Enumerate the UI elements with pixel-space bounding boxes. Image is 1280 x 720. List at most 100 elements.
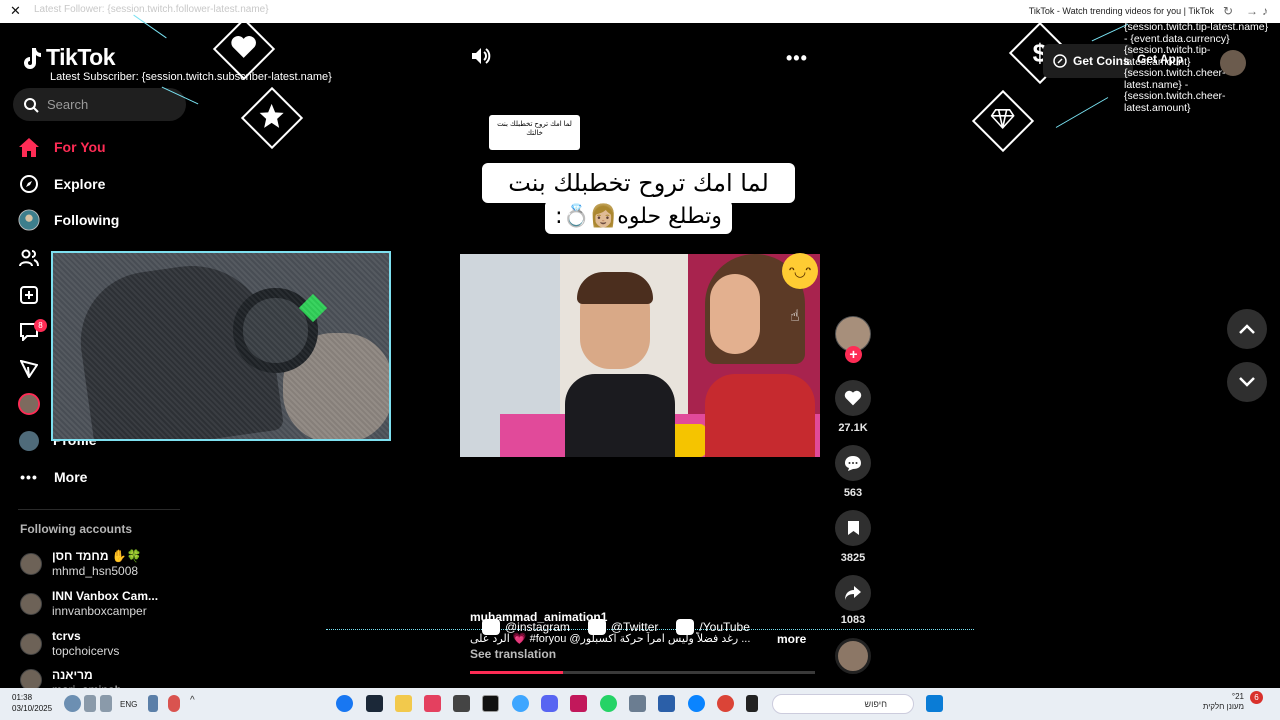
tiktok-small-icon: ♪ bbox=[1262, 4, 1268, 18]
app-icon[interactable] bbox=[424, 695, 441, 712]
tiktok-logo[interactable]: TikTok bbox=[20, 44, 116, 71]
adobe-icon[interactable] bbox=[570, 695, 587, 712]
description-more-link[interactable]: more bbox=[777, 632, 806, 646]
chevron-up-icon[interactable]: ^ bbox=[190, 695, 200, 712]
see-translation-link[interactable]: See translation bbox=[470, 647, 556, 661]
language-indicator[interactable]: ENG bbox=[120, 700, 137, 709]
facebook-icon[interactable] bbox=[336, 695, 353, 712]
obs-icon[interactable] bbox=[453, 695, 470, 712]
following-account-2[interactable]: INN Vanbox Cam... innvanboxcamper bbox=[20, 589, 158, 619]
latest-tip-overlay: {session.twitch.tip-latest.name} - {even… bbox=[1124, 21, 1269, 68]
compass-icon bbox=[18, 173, 40, 195]
mic-icon[interactable] bbox=[148, 695, 158, 712]
webcam-noise bbox=[53, 253, 389, 439]
woman-body bbox=[705, 374, 815, 457]
taskbar-clock[interactable]: 01:38 03/10/2025 bbox=[12, 692, 52, 714]
calculator-icon[interactable] bbox=[629, 695, 646, 712]
search-icon bbox=[24, 97, 39, 113]
account-handle: topchoicervs bbox=[52, 644, 120, 658]
tip-cheer-overlay: {session.twitch.tip-latest.name} - {even… bbox=[1124, 21, 1274, 114]
comment-action[interactable]: 563 bbox=[835, 445, 871, 499]
search-input[interactable]: Search bbox=[13, 88, 186, 121]
chrome-icon[interactable] bbox=[717, 695, 734, 712]
chevron-down-icon bbox=[1239, 377, 1255, 387]
comment-icon[interactable] bbox=[835, 445, 871, 481]
laughing-emoji-icon: ᵔ◡ᵔ bbox=[782, 253, 818, 289]
heart-icon[interactable] bbox=[835, 380, 871, 416]
friends-icon[interactable] bbox=[18, 247, 40, 269]
weather-status[interactable]: °21 מעונן חלקית bbox=[1192, 692, 1244, 712]
upload-icon[interactable] bbox=[18, 284, 40, 306]
more-dots-icon: ••• bbox=[20, 469, 38, 485]
nav-explore[interactable]: Explore bbox=[18, 173, 105, 195]
nav-more-label: More bbox=[54, 469, 88, 485]
heart-icon bbox=[231, 35, 257, 64]
nav-following[interactable]: Following bbox=[18, 209, 119, 231]
volume-icon[interactable] bbox=[470, 46, 492, 66]
windows-start-icon[interactable] bbox=[926, 695, 943, 712]
following-account-1[interactable]: מחמד חסן ✋🍀 mhmd_hsn5008 bbox=[20, 549, 142, 579]
reload-icon[interactable]: ↻ bbox=[1223, 3, 1233, 19]
video-caption-line1: لما امك تروح تخطبلك بنت خالتك bbox=[482, 163, 795, 237]
latest-subscriber-overlay: Latest Subscriber: {session.twitch.subsc… bbox=[50, 71, 332, 83]
app-store-icon[interactable] bbox=[658, 695, 675, 712]
follow-plus-icon[interactable]: + bbox=[845, 346, 862, 363]
video-progress-fill bbox=[470, 671, 564, 674]
woman-face bbox=[710, 274, 760, 354]
weather-desc: מעונן חלקית bbox=[1202, 702, 1244, 711]
coin-icon bbox=[1053, 54, 1067, 68]
webcam-overlay bbox=[51, 251, 391, 441]
windows-taskbar: 01:38 03/10/2025 ENG ^ חיפוש °21 מעונן ח… bbox=[0, 688, 1280, 720]
browser-icon[interactable] bbox=[512, 695, 529, 712]
window-titlebar: ✕ Latest Follower: {session.twitch.follo… bbox=[0, 0, 1280, 23]
steam-icon[interactable] bbox=[366, 695, 383, 712]
video-more-options-icon[interactable]: ••• bbox=[786, 48, 808, 69]
avatar bbox=[20, 553, 42, 575]
terminal-icon[interactable] bbox=[746, 695, 758, 712]
forward-icon[interactable]: → bbox=[1246, 3, 1258, 19]
star-diamond bbox=[240, 86, 304, 150]
share-count: 1083 bbox=[840, 614, 866, 626]
discord-icon[interactable] bbox=[541, 695, 558, 712]
nav-more[interactable]: ••• More bbox=[18, 466, 87, 488]
bookmark-icon[interactable] bbox=[835, 510, 871, 546]
avatar bbox=[20, 633, 42, 655]
whatsapp-icon[interactable] bbox=[600, 695, 617, 712]
next-video-button[interactable] bbox=[1227, 362, 1267, 402]
scene-man bbox=[565, 272, 675, 457]
profile-avatar-icon[interactable] bbox=[18, 430, 40, 452]
volume-tray-icon[interactable] bbox=[84, 695, 96, 712]
get-coins-button[interactable]: Get Coins bbox=[1043, 44, 1133, 78]
like-action[interactable]: 27.1K bbox=[835, 380, 871, 434]
share-icon[interactable] bbox=[835, 575, 871, 611]
ghost-overlay-text: Latest Follower: {session.twitch.followe… bbox=[34, 4, 269, 15]
network-icon[interactable] bbox=[64, 695, 81, 712]
tiktok-screen: ✕ Latest Follower: {session.twitch.follo… bbox=[0, 0, 1280, 720]
taskbar-search-input[interactable]: חיפוש bbox=[772, 694, 914, 714]
caption-thumbnail-text: لما امك تروح تخطبلك بنت خالتك bbox=[497, 121, 572, 137]
video-description: الرد على 💗 #foryou @رغد فضلاً وليس امراً… bbox=[470, 633, 751, 645]
account-handle: mhmd_hsn5008 bbox=[52, 564, 139, 578]
send-icon[interactable] bbox=[18, 358, 40, 380]
tray-app-icon[interactable] bbox=[168, 695, 180, 712]
video-player[interactable] bbox=[460, 254, 820, 457]
live-avatar-icon[interactable] bbox=[18, 393, 40, 415]
inbox-badge: 8 bbox=[34, 319, 47, 332]
previous-video-button[interactable] bbox=[1227, 309, 1267, 349]
nav-explore-label: Explore bbox=[54, 176, 106, 192]
video-progress-bar[interactable] bbox=[470, 671, 815, 674]
close-icon[interactable]: ✕ bbox=[10, 4, 21, 18]
share-action[interactable]: 1083 bbox=[835, 575, 871, 626]
battery-icon[interactable] bbox=[100, 695, 112, 712]
tiktok-taskbar-icon[interactable] bbox=[482, 695, 499, 712]
nav-for-you[interactable]: For You bbox=[18, 136, 106, 158]
overlay-streak bbox=[1055, 97, 1109, 128]
edge-icon[interactable] bbox=[688, 695, 705, 712]
account-display-name: מחמד חסן ✋🍀 bbox=[52, 549, 142, 563]
music-disc-avatar[interactable] bbox=[835, 638, 871, 674]
following-account-3[interactable]: tcrvs topchoicervs bbox=[20, 629, 119, 659]
save-action[interactable]: 3825 bbox=[835, 510, 871, 564]
account-display-name: INN Vanbox Cam... bbox=[52, 589, 159, 603]
file-explorer-icon[interactable] bbox=[395, 695, 412, 712]
notification-badge[interactable]: 6 bbox=[1250, 691, 1263, 704]
